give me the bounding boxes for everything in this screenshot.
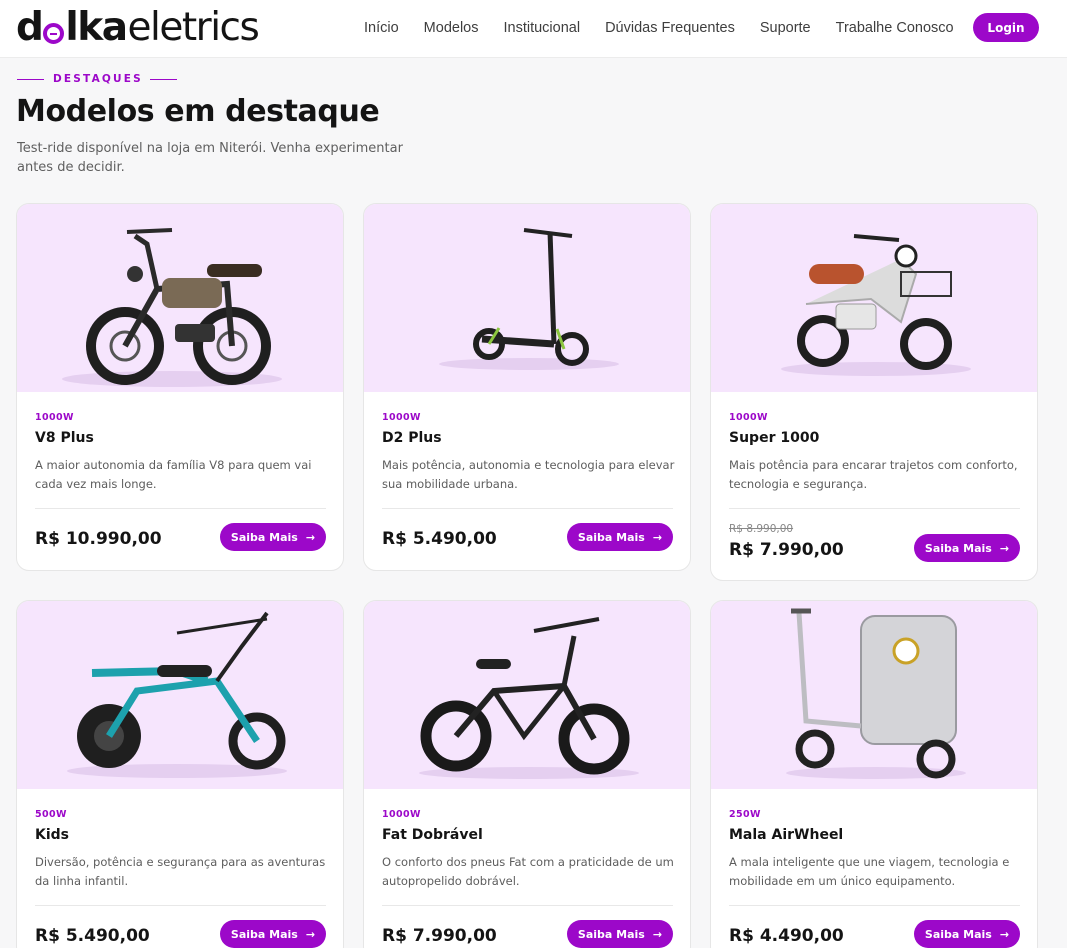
card-divider <box>382 905 673 906</box>
folding-fat-bike-image[interactable] <box>364 601 690 789</box>
product-power: 1000W <box>35 412 74 423</box>
product-power: 1000W <box>729 412 768 423</box>
kids-electric-bike-image[interactable] <box>17 601 343 789</box>
saiba-mais-button[interactable]: Saiba Mais → <box>914 534 1020 562</box>
card-divider <box>729 508 1020 509</box>
product-power: 500W <box>35 809 67 820</box>
product-description: Diversão, potência e segurança para as a… <box>35 855 326 888</box>
site-header: d lka eletrics Início Modelos Instituciona… <box>0 0 1067 58</box>
arrow-right-icon: → <box>652 530 663 544</box>
product-name: D2 Plus <box>382 430 442 446</box>
saiba-mais-button[interactable]: Saiba Mais → <box>567 523 673 551</box>
saiba-mais-button[interactable]: Saiba Mais → <box>220 920 326 948</box>
product-card: 500W Kids Diversão, potência e segurança… <box>16 600 344 948</box>
arrow-right-icon: → <box>999 927 1010 941</box>
product-power: 1000W <box>382 412 421 423</box>
product-old-price: R$ 8.990,00 <box>729 523 794 535</box>
arrow-right-icon: → <box>305 927 316 941</box>
product-price: R$ 10.990,00 <box>35 529 162 549</box>
product-card: 1000W Super 1000 Mais potência para enca… <box>710 203 1038 581</box>
product-price: R$ 7.990,00 <box>729 540 844 560</box>
button-label: Saiba Mais <box>230 927 298 941</box>
nav-modelos[interactable]: Modelos <box>424 20 479 36</box>
nav-trabalhe-conosco[interactable]: Trabalhe Conosco <box>836 20 954 36</box>
saiba-mais-button[interactable]: Saiba Mais → <box>567 920 673 948</box>
main-nav: Início Modelos Institucional Dúvidas Fre… <box>364 0 979 56</box>
product-price: R$ 4.490,00 <box>729 926 844 946</box>
button-label: Saiba Mais <box>924 541 992 555</box>
logo-text-bold: d lka <box>16 4 128 50</box>
section-title: Modelos em destaque <box>16 94 380 129</box>
login-button[interactable]: Login <box>973 13 1039 42</box>
brand-logo[interactable]: d lka eletrics <box>16 4 260 50</box>
card-divider <box>729 905 1020 906</box>
electric-scooter-image[interactable] <box>364 204 690 392</box>
product-description: Mais potência para encarar trajetos com … <box>729 458 1018 491</box>
section-subtitle: Test-ride disponível na loja em Niterói.… <box>17 141 403 175</box>
eyebrow-line-right <box>149 78 177 80</box>
product-card: 1000W V8 Plus A maior autonomia da famíl… <box>16 203 344 571</box>
saiba-mais-button[interactable]: Saiba Mais → <box>914 920 1020 948</box>
saiba-mais-button[interactable]: Saiba Mais → <box>220 523 326 551</box>
electric-moto-bike-image[interactable] <box>17 204 343 392</box>
product-name: Super 1000 <box>729 430 820 446</box>
button-label: Saiba Mais <box>577 530 645 544</box>
product-description: A mala inteligente que une viagem, tecno… <box>729 855 1010 888</box>
product-card: 1000W D2 Plus Mais potência, autonomia e… <box>363 203 691 571</box>
arrow-right-icon: → <box>999 541 1010 555</box>
arrow-right-icon: → <box>652 927 663 941</box>
electric-moped-image[interactable] <box>711 204 1037 392</box>
nav-duvidas-frequentes[interactable]: Dúvidas Frequentes <box>605 20 735 36</box>
product-price: R$ 5.490,00 <box>382 529 497 549</box>
product-price: R$ 5.490,00 <box>35 926 150 946</box>
nav-institucional[interactable]: Institucional <box>503 20 580 36</box>
product-name: Fat Dobrável <box>382 827 483 843</box>
button-label: Saiba Mais <box>577 927 645 941</box>
card-divider <box>35 905 326 906</box>
product-power: 1000W <box>382 809 421 820</box>
nav-suporte[interactable]: Suporte <box>760 20 811 36</box>
button-label: Saiba Mais <box>924 927 992 941</box>
card-divider <box>35 508 326 509</box>
button-label: Saiba Mais <box>230 530 298 544</box>
product-description: Mais potência, autonomia e tecnologia pa… <box>382 458 675 491</box>
product-name: Kids <box>35 827 70 843</box>
logo-text-light: eletrics <box>127 4 260 50</box>
eyebrow-line-left <box>17 78 44 80</box>
arrow-right-icon: → <box>305 530 316 544</box>
logo-e-icon <box>43 22 65 44</box>
smart-suitcase-scooter-image[interactable] <box>711 601 1037 789</box>
eyebrow-label: DESTAQUES <box>53 73 143 85</box>
product-power: 250W <box>729 809 761 820</box>
product-description: O conforto dos pneus Fat com a praticida… <box>382 855 674 888</box>
nav-inicio[interactable]: Início <box>364 20 399 36</box>
product-card: 250W Mala AirWheel A mala inteligente qu… <box>710 600 1038 948</box>
product-name: V8 Plus <box>35 430 94 446</box>
product-name: Mala AirWheel <box>729 827 844 843</box>
section-eyebrow: DESTAQUES <box>17 73 177 85</box>
card-divider <box>382 508 673 509</box>
product-price: R$ 7.990,00 <box>382 926 497 946</box>
product-card: 1000W Fat Dobrável O conforto dos pneus … <box>363 600 691 948</box>
product-description: A maior autonomia da família V8 para que… <box>35 458 312 491</box>
